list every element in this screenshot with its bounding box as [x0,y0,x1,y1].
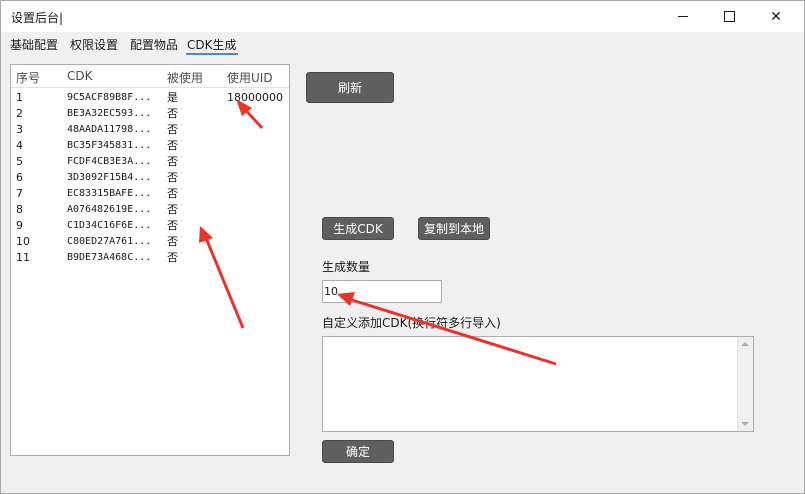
row-cdk: FCDF4CB3E3A... [67,156,152,167]
row-used: 否 [167,171,178,184]
tab-cdk-generate[interactable]: CDK生成 [186,36,238,55]
row-index: 11 [16,251,30,264]
table-row[interactable]: 6 3D3092F15B4... 否 [11,170,289,186]
row-index: 5 [16,155,23,168]
table-row[interactable]: 8 A076482619E... 否 [11,202,289,218]
window-title: 设置后台| [11,11,64,25]
row-cdk: BE3A32EC593... [67,108,152,119]
column-header-cdk[interactable]: CDK [67,69,93,83]
table-row[interactable]: 5 FCDF4CB3E3A... 否 [11,154,289,170]
column-header-uid[interactable]: 使用UID [227,69,273,86]
custom-cdk-label: 自定义添加CDK(换行符多行导入) [322,316,501,330]
row-used: 否 [167,219,178,232]
row-index: 9 [16,219,23,232]
scroll-down-icon[interactable] [741,422,749,426]
row-index: 8 [16,203,23,216]
row-cdk: A076482619E... [67,204,152,215]
tab-config-items[interactable]: 配置物品 [129,36,179,53]
row-used: 否 [167,123,178,136]
row-cdk: 9C5ACF89B8F... [67,92,152,103]
close-icon: ✕ [770,8,782,25]
row-used: 否 [167,155,178,168]
table-row[interactable]: 1 9C5ACF89B8F... 是 18000000 [11,90,289,106]
cdk-list-header: 序号 CDK 被使用 使用UID [11,65,289,88]
scroll-up-icon[interactable] [741,342,749,346]
count-label: 生成数量 [322,260,371,274]
row-used: 否 [167,139,178,152]
row-index: 10 [16,235,30,248]
table-row[interactable]: 11 B9DE73A468C... 否 [11,250,289,266]
maximize-button[interactable] [706,1,752,32]
tab-permissions[interactable]: 权限设置 [69,36,119,53]
row-uid: 18000000 [227,91,283,104]
row-cdk: C80ED27A761... [67,236,152,247]
row-used: 否 [167,187,178,200]
tab-bar: 基础配置 权限设置 配置物品 CDK生成 [1,33,804,55]
row-used: 否 [167,203,178,216]
row-used: 否 [167,107,178,120]
title-bar[interactable]: 设置后台| ✕ [1,1,804,32]
row-cdk: C1D34C16F6E... [67,220,152,231]
row-cdk: 3D3092F15B4... [67,172,152,183]
tab-basic-config[interactable]: 基础配置 [9,36,59,53]
row-index: 1 [16,91,23,104]
column-header-used[interactable]: 被使用 [167,69,203,86]
table-row[interactable]: 9 C1D34C16F6E... 否 [11,218,289,234]
row-cdk: EC83315BAFE... [67,188,152,199]
row-index: 4 [16,139,23,152]
refresh-button[interactable]: 刷新 [306,72,394,103]
table-row[interactable]: 3 48AADA11798... 否 [11,122,289,138]
count-input[interactable]: 10 [322,280,442,303]
table-row[interactable]: 4 BC35F345831... 否 [11,138,289,154]
close-button[interactable]: ✕ [753,1,799,32]
minimize-icon [678,16,688,17]
row-cdk: 48AADA11798... [67,124,152,135]
maximize-icon [723,11,735,22]
row-index: 6 [16,171,23,184]
row-used: 否 [167,235,178,248]
confirm-button[interactable]: 确定 [322,440,394,463]
table-row[interactable]: 7 EC83315BAFE... 否 [11,186,289,202]
table-row[interactable]: 10 C80ED27A761... 否 [11,234,289,250]
textarea-scrollbar[interactable] [737,337,753,431]
custom-cdk-textarea[interactable] [322,336,754,432]
row-used: 是 [167,91,178,104]
cdk-list[interactable]: 序号 CDK 被使用 使用UID 1 9C5ACF89B8F... 是 1800000… [10,64,290,456]
row-cdk: B9DE73A468C... [67,252,152,263]
minimize-button[interactable] [660,1,706,32]
table-row[interactable]: 2 BE3A32EC593... 否 [11,106,289,122]
row-index: 3 [16,123,23,136]
row-index: 2 [16,107,23,120]
row-index: 7 [16,187,23,200]
copy-to-local-button[interactable]: 复制到本地 [418,217,490,240]
column-header-index[interactable]: 序号 [16,69,40,86]
row-cdk: BC35F345831... [67,140,152,151]
generate-cdk-button[interactable]: 生成CDK [322,217,394,240]
settings-window: 设置后台| ✕ 基础配置 权限设置 配置物品 CDK生成 序号 CDK 被使用 … [0,0,805,494]
row-used: 否 [167,251,178,264]
